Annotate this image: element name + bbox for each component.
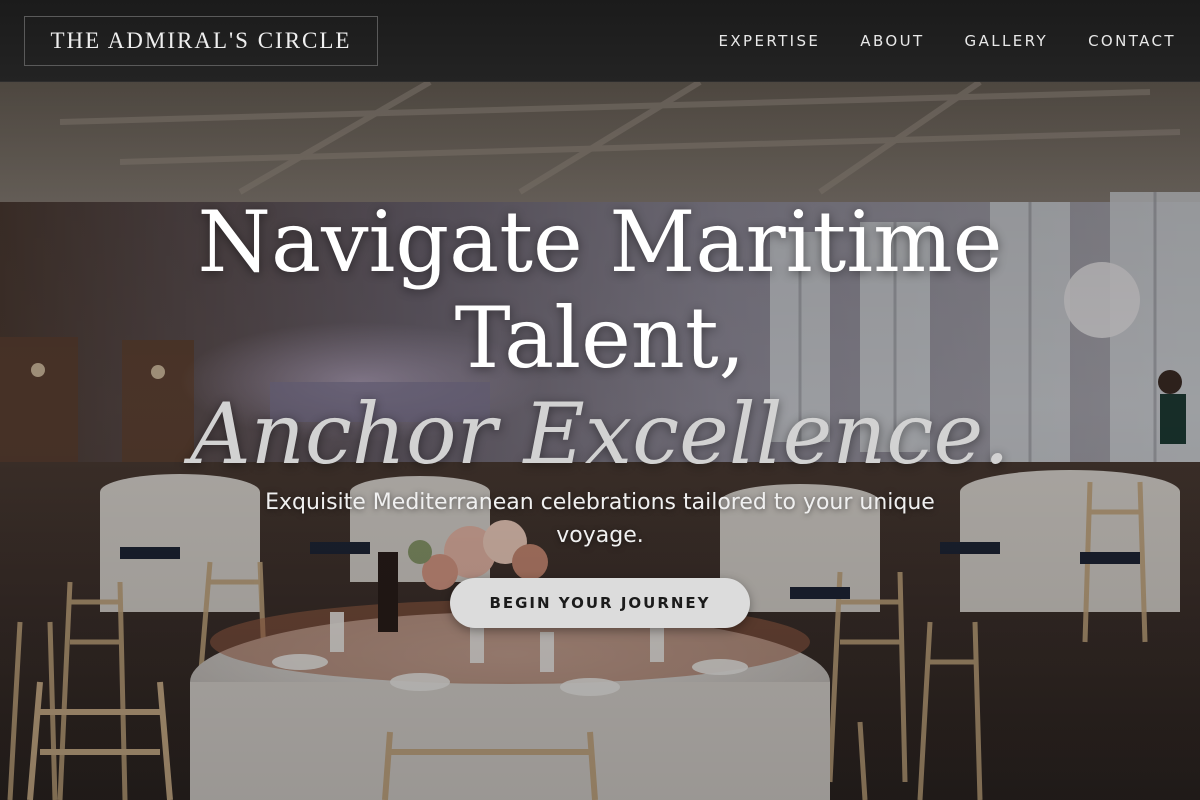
nav-link-expertise[interactable]: EXPERTISE — [719, 32, 821, 50]
nav-link-contact[interactable]: CONTACT — [1088, 32, 1176, 50]
begin-journey-button[interactable]: BEGIN YOUR JOURNEY — [450, 578, 750, 628]
hero-subtitle: Exquisite Mediterranean celebrations tai… — [265, 490, 935, 548]
hero-section: Navigate Maritime Talent, Anchor Excelle… — [0, 82, 1200, 800]
hero-title-line2: Talent, — [454, 289, 746, 387]
brand-logo[interactable]: THE ADMIRAL'S CIRCLE — [24, 16, 378, 66]
hero-title: Navigate Maritime Talent, Anchor Excelle… — [0, 194, 1200, 482]
site-header: THE ADMIRAL'S CIRCLE EXPERTISE ABOUT GAL… — [0, 0, 1200, 82]
main-nav: EXPERTISE ABOUT GALLERY CONTACT — [719, 0, 1177, 82]
hero-title-accent: Anchor Excellence. — [190, 385, 1010, 483]
nav-link-gallery[interactable]: GALLERY — [965, 32, 1049, 50]
nav-link-about[interactable]: ABOUT — [860, 32, 924, 50]
hero-title-line1: Navigate Maritime — [197, 193, 1003, 291]
